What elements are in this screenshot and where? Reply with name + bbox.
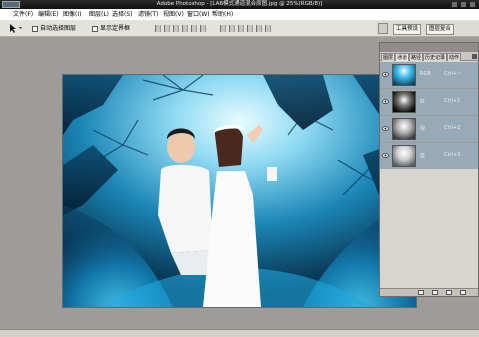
channel-row-red[interactable]: 红 Ctrl+1 bbox=[380, 89, 478, 116]
align-top-icon[interactable] bbox=[155, 25, 161, 32]
channel-row-green[interactable]: 绿 Ctrl+2 bbox=[380, 116, 478, 143]
document-canvas[interactable] bbox=[62, 74, 417, 308]
align-bottom-icon[interactable] bbox=[173, 25, 179, 32]
channels-empty-area bbox=[380, 169, 478, 289]
channels-tabs: 图层 通道 路径 历史记录 动作 bbox=[380, 52, 478, 61]
minimize-icon[interactable] bbox=[451, 1, 458, 8]
channel-name: 蓝 bbox=[420, 153, 426, 159]
align-vcenter-icon[interactable] bbox=[164, 25, 170, 32]
channel-thumbnail bbox=[392, 118, 416, 140]
channel-shortcut: Ctrl+3 bbox=[444, 152, 461, 158]
channel-shortcut: Ctrl+2 bbox=[444, 125, 461, 131]
auto-select-checkbox[interactable] bbox=[32, 25, 38, 32]
channel-name: RGB bbox=[420, 71, 431, 77]
distribute-bottom-icon[interactable] bbox=[238, 25, 244, 32]
tab-layers[interactable]: 图层 bbox=[381, 53, 396, 61]
window-controls bbox=[451, 1, 476, 8]
window-title: Adobe Photoshop - [LAB模式通道混合原图.jpg @ 25%… bbox=[156, 1, 323, 7]
bounding-box-checkbox[interactable] bbox=[92, 25, 98, 32]
menu-help[interactable]: 帮助(H) bbox=[212, 9, 233, 20]
title-bar: Adobe Photoshop - [LAB模式通道混合原图.jpg @ 25%… bbox=[0, 0, 479, 9]
channel-row-blue[interactable]: 蓝 Ctrl+3 bbox=[380, 143, 478, 170]
channel-row-rgb[interactable]: RGB Ctrl+~ bbox=[380, 62, 478, 89]
align-hcenter-icon[interactable] bbox=[191, 25, 197, 32]
channels-panel: 图层 通道 路径 历史记录 动作 RGB Ctrl+~ 红 Ctrl+1 绿 C… bbox=[379, 42, 479, 297]
channel-thumbnail bbox=[392, 91, 416, 113]
align-right-icon[interactable] bbox=[200, 25, 206, 32]
menu-edit[interactable]: 编辑(E) bbox=[38, 9, 58, 20]
bounding-box-label: 显示定界框 bbox=[100, 25, 131, 32]
eye-icon[interactable] bbox=[382, 125, 389, 132]
new-channel-icon[interactable] bbox=[446, 290, 452, 295]
eye-icon[interactable] bbox=[382, 152, 389, 159]
channel-shortcut: Ctrl+~ bbox=[444, 71, 462, 77]
auto-select-label: 自动选择图层 bbox=[40, 25, 77, 32]
panel-menu-icon[interactable] bbox=[472, 54, 477, 59]
move-tool-icon[interactable] bbox=[9, 24, 23, 33]
distribute-hcenter-icon[interactable] bbox=[256, 25, 262, 32]
auto-select-layer-option[interactable]: 自动选择图层 bbox=[32, 24, 76, 33]
menu-image[interactable]: 图像(I) bbox=[63, 9, 81, 20]
tab-actions[interactable]: 动作 bbox=[447, 53, 462, 61]
delete-channel-icon[interactable] bbox=[460, 290, 466, 295]
menu-bar: 文件(F) 编辑(E) 图像(I) 图层(L) 选择(S) 滤镜(T) 视图(V… bbox=[0, 9, 479, 20]
distribute-buttons bbox=[220, 25, 271, 32]
align-left-icon[interactable] bbox=[182, 25, 188, 32]
menu-select[interactable]: 选择(S) bbox=[112, 9, 133, 20]
align-buttons bbox=[155, 25, 206, 32]
channel-thumbnail bbox=[392, 145, 416, 167]
channel-thumbnail bbox=[392, 64, 416, 86]
status-bar bbox=[0, 329, 479, 337]
tab-channels[interactable]: 通道 bbox=[395, 53, 410, 61]
menu-view[interactable]: 视图(V) bbox=[163, 9, 184, 20]
distribute-vcenter-icon[interactable] bbox=[229, 25, 235, 32]
tab-tool-presets[interactable]: 工具预设 bbox=[393, 24, 422, 35]
channel-name: 红 bbox=[420, 99, 426, 105]
channel-shortcut: Ctrl+1 bbox=[444, 98, 461, 104]
menu-filter[interactable]: 滤镜(T) bbox=[138, 9, 158, 20]
tab-layer-comps[interactable]: 图层复合 bbox=[426, 24, 455, 35]
panel-well-dropdown-icon[interactable] bbox=[378, 23, 388, 34]
tab-history[interactable]: 历史记录 bbox=[423, 53, 448, 61]
tab-paths[interactable]: 路径 bbox=[409, 53, 424, 61]
save-selection-icon[interactable] bbox=[432, 290, 438, 295]
restore-icon[interactable] bbox=[460, 1, 467, 8]
show-bounding-box-option[interactable]: 显示定界框 bbox=[92, 24, 130, 33]
wedding-photo bbox=[63, 75, 416, 307]
distribute-left-icon[interactable] bbox=[247, 25, 253, 32]
menu-window[interactable]: 窗口(W) bbox=[187, 9, 210, 20]
channel-name: 绿 bbox=[420, 126, 426, 132]
distribute-right-icon[interactable] bbox=[265, 25, 271, 32]
eye-icon[interactable] bbox=[382, 71, 389, 78]
menu-file[interactable]: 文件(F) bbox=[13, 9, 33, 20]
close-icon[interactable] bbox=[469, 1, 476, 8]
eye-icon[interactable] bbox=[382, 98, 389, 105]
panel-footer bbox=[380, 288, 478, 296]
photoshop-window: Adobe Photoshop - [LAB模式通道混合原图.jpg @ 25%… bbox=[0, 0, 479, 337]
load-selection-icon[interactable] bbox=[418, 290, 424, 295]
panel-header[interactable] bbox=[380, 43, 478, 52]
menu-layer[interactable]: 图层(L) bbox=[89, 9, 109, 20]
distribute-top-icon[interactable] bbox=[220, 25, 226, 32]
